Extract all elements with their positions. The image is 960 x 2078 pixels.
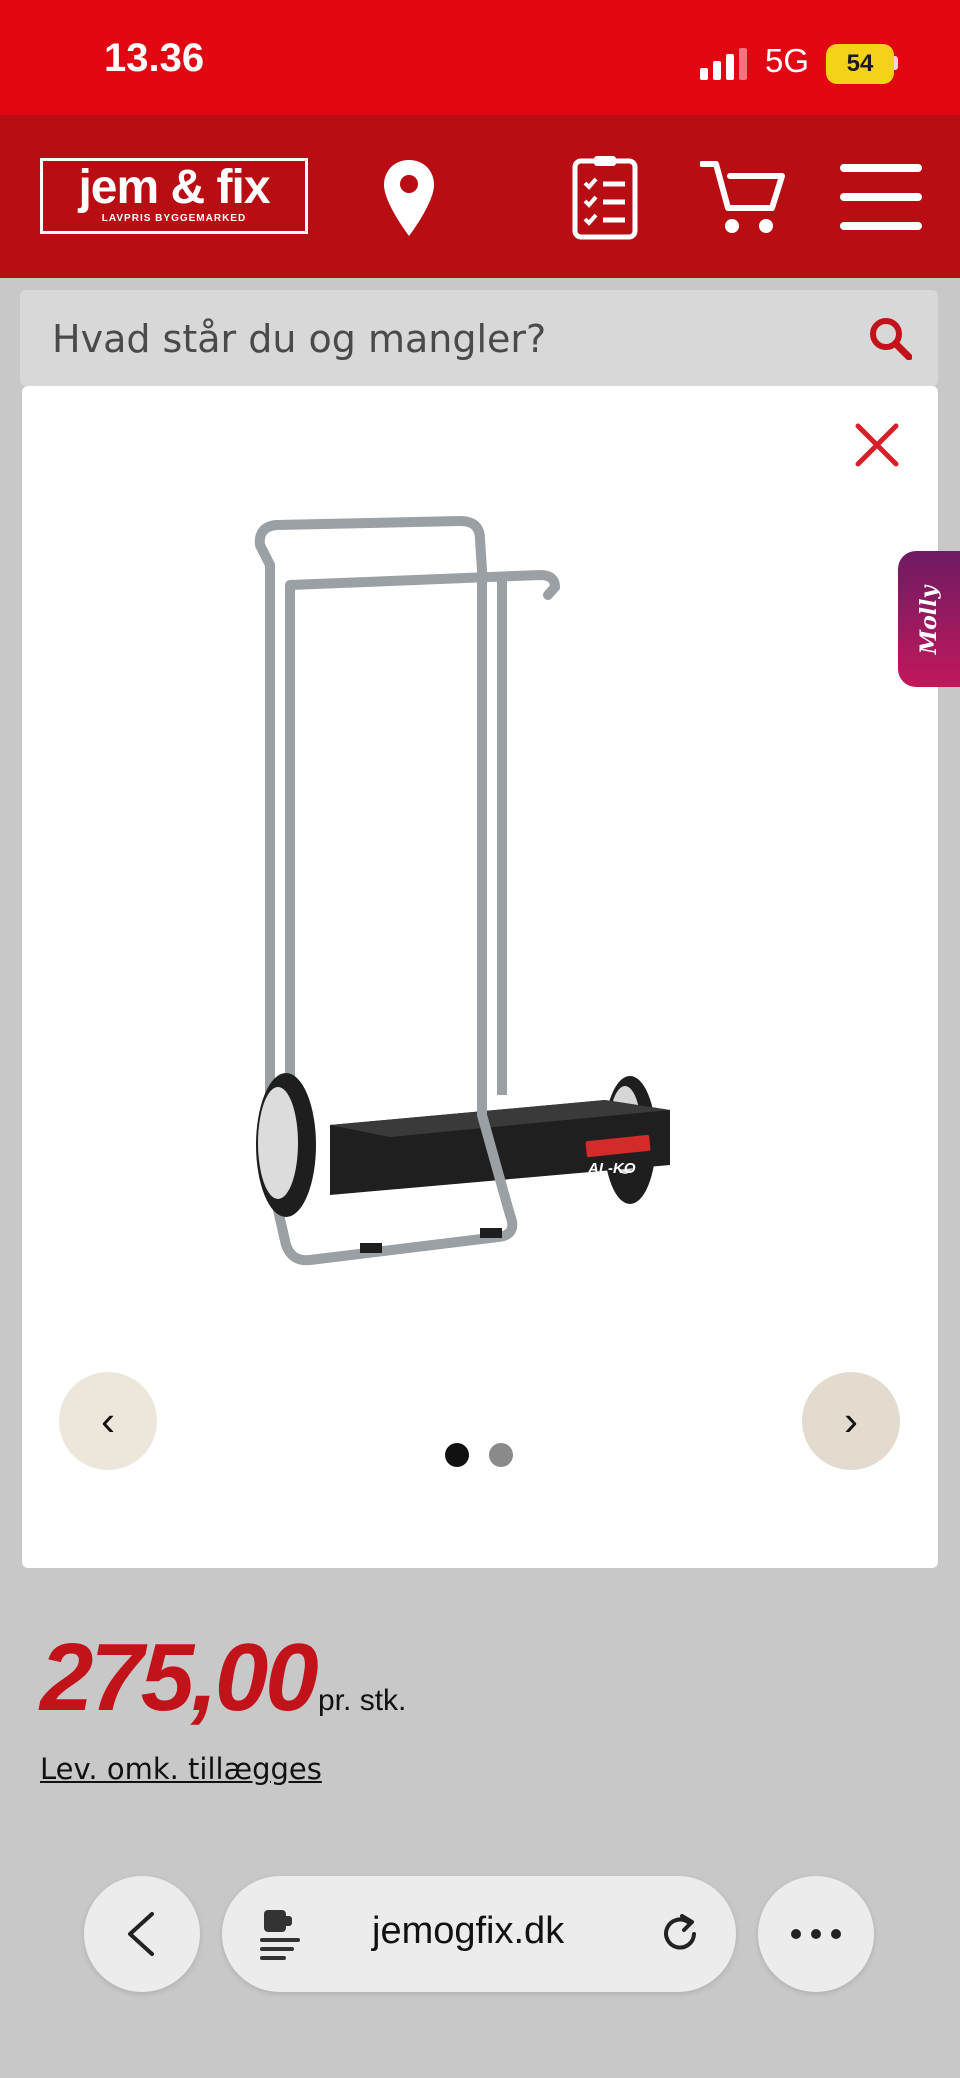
logo-tagline: LAVPRIS BYGGEMARKED [101, 213, 247, 224]
network-label: 5G [765, 42, 810, 79]
chat-widget-label: Molly [916, 585, 942, 655]
search-input[interactable] [50, 313, 854, 365]
gallery-next-button[interactable]: › [802, 1372, 900, 1470]
menu-icon[interactable] [840, 164, 922, 230]
shopping-list-icon[interactable] [572, 156, 638, 240]
browser-more-button[interactable] [758, 1876, 874, 1992]
site-logo[interactable]: jem & fix LAVPRIS BYGGEMARKED [40, 158, 308, 234]
signal-icon [700, 48, 747, 80]
price-block: 275,00 [40, 1630, 319, 1726]
delivery-cost-link[interactable]: Lev. omk. tillægges [40, 1752, 322, 1786]
chat-widget-tab[interactable]: Molly [898, 551, 960, 687]
reload-icon[interactable] [662, 1914, 702, 1954]
search-icon[interactable] [868, 316, 912, 360]
page-settings-icon[interactable] [260, 1908, 302, 1960]
gallery-prev-button[interactable]: ‹ [59, 1372, 157, 1470]
status-time: 13.36 [104, 36, 205, 80]
product-image [254, 516, 670, 1266]
chevron-left-icon [128, 1912, 154, 1956]
logo-name: jem & fix [78, 161, 270, 214]
gallery-dot-2[interactable] [489, 1443, 513, 1467]
battery-level: 54 [846, 50, 874, 77]
url-text: jemogfix.dk [372, 1910, 565, 1952]
battery-icon: 54 [826, 44, 894, 84]
cart-icon[interactable] [700, 160, 786, 236]
browser-back-button[interactable] [84, 1876, 200, 1992]
more-icon [791, 1929, 841, 1939]
location-pin-icon[interactable] [382, 158, 436, 238]
product-brand-label: AL-KO [588, 1160, 636, 1177]
price-unit: pr. stk. [318, 1684, 407, 1717]
battery-tip [894, 56, 898, 70]
close-icon[interactable] [852, 420, 902, 470]
product-price: 275,00 [40, 1624, 319, 1731]
gallery-dot-1[interactable] [445, 1443, 469, 1467]
